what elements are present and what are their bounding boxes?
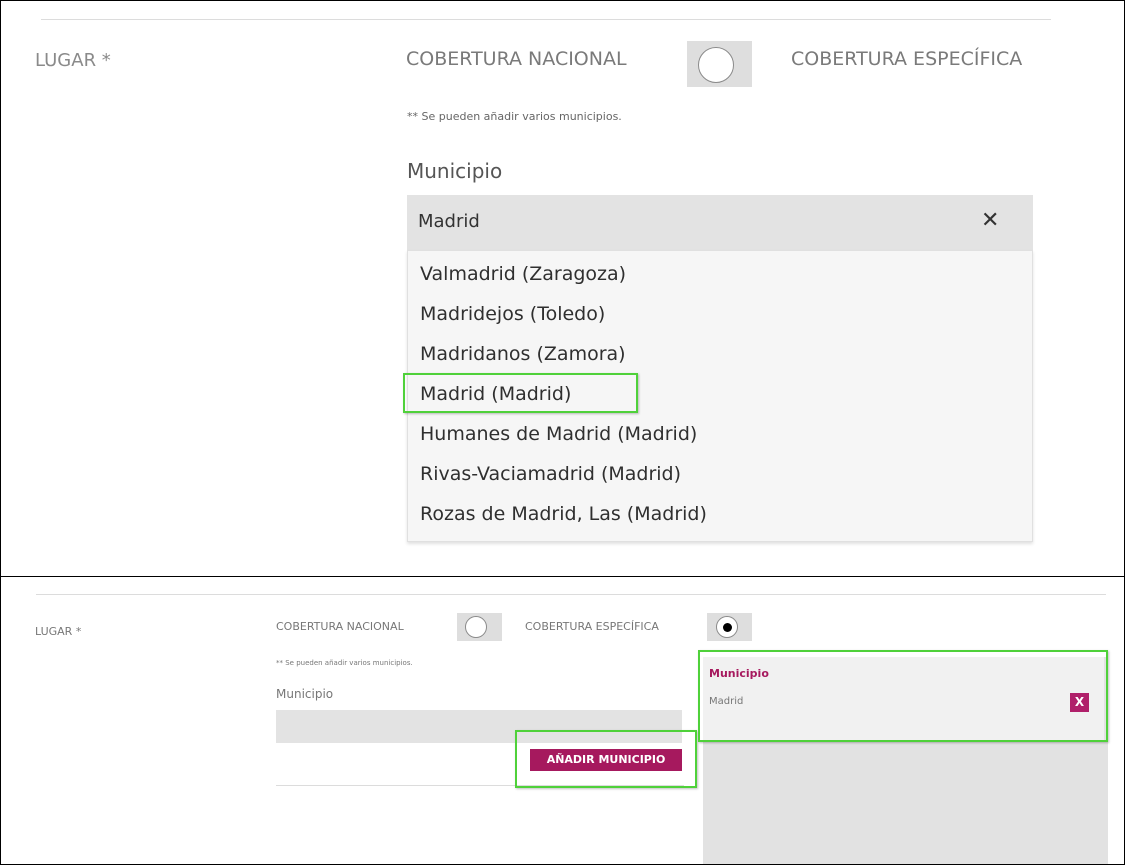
list-item[interactable]: Madridejos (Toledo): [420, 303, 605, 325]
cobertura-toggle[interactable]: [687, 41, 752, 87]
clear-icon[interactable]: ✕: [981, 208, 999, 233]
toggle-knob: [698, 47, 734, 83]
list-item[interactable]: Valmadrid (Zaragoza): [420, 263, 626, 285]
lugar-label: LUGAR *: [35, 50, 111, 71]
toggle-knob: [465, 616, 487, 638]
cobertura-especifica-toggle[interactable]: [707, 613, 752, 641]
note-text: ** Se pueden añadir varios municipios.: [407, 110, 622, 123]
note-text: ** Se pueden añadir varios municipios.: [276, 659, 413, 667]
list-item[interactable]: Madridanos (Zamora): [420, 343, 626, 365]
list-item[interactable]: Rozas de Madrid, Las (Madrid): [420, 503, 707, 525]
input-value: Madrid: [418, 211, 480, 232]
cobertura-nacional-label: COBERTURA NACIONAL: [406, 48, 627, 70]
cobertura-especifica-label: COBERTURA ESPECÍFICA: [791, 48, 1023, 70]
cobertura-nacional-label: COBERTURA NACIONAL: [276, 620, 404, 633]
cobertura-nacional-toggle[interactable]: [457, 613, 502, 641]
top-panel: LUGAR * COBERTURA NACIONAL COBERTURA ESP…: [0, 0, 1125, 577]
bottom-panel: LUGAR * COBERTURA NACIONAL COBERTURA ESP…: [0, 576, 1125, 865]
toggle-knob-on: [716, 616, 738, 638]
divider: [36, 594, 1106, 595]
highlight-box: [515, 730, 697, 788]
divider: [41, 19, 1051, 20]
highlight-box: [403, 373, 638, 413]
cobertura-especifica-label: COBERTURA ESPECÍFICA: [525, 620, 659, 633]
highlight-box: [698, 650, 1108, 742]
list-item[interactable]: Rivas-Vaciamadrid (Madrid): [420, 463, 681, 485]
list-item[interactable]: Humanes de Madrid (Madrid): [420, 423, 697, 445]
municipio-label: Municipio: [276, 687, 334, 701]
municipio-input[interactable]: Madrid ✕: [407, 195, 1033, 250]
municipio-label: Municipio: [407, 159, 503, 183]
lugar-label: LUGAR *: [35, 625, 82, 638]
